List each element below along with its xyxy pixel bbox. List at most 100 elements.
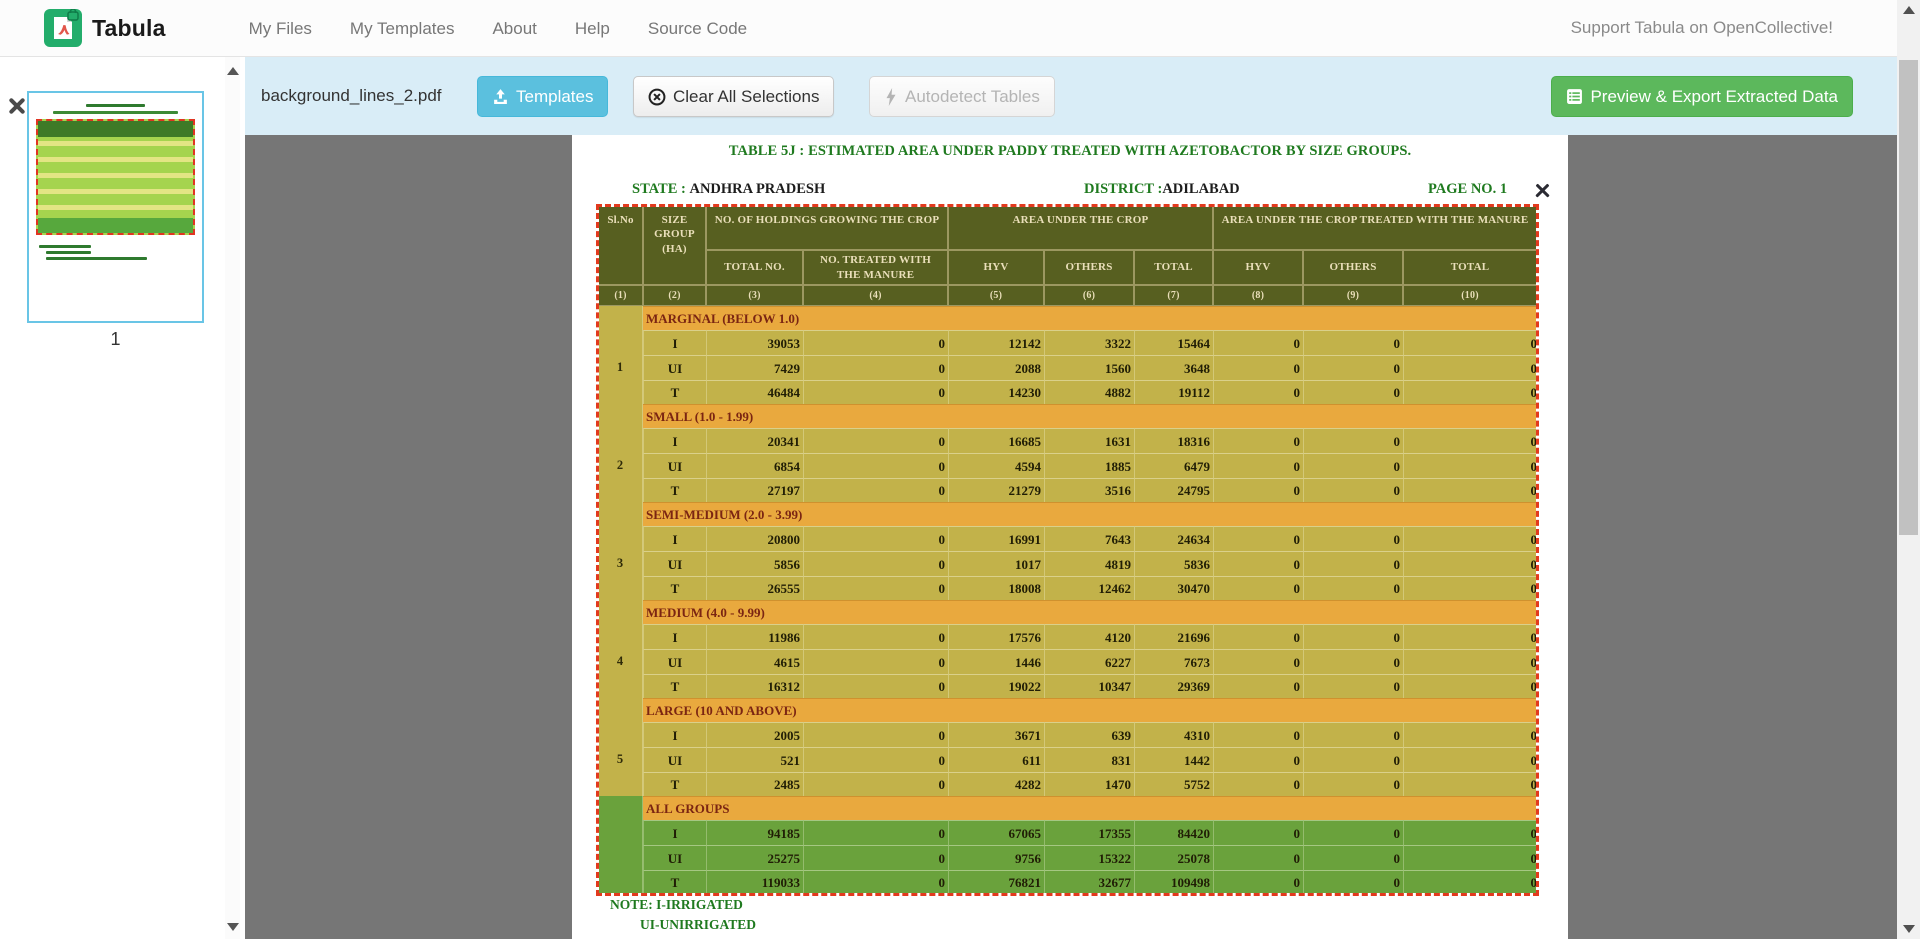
scroll-up-icon[interactable]	[227, 67, 239, 75]
value-cell: 0	[1403, 649, 1537, 674]
tabula-app: Tabula My Files My Templates About Help …	[0, 0, 1920, 939]
value-cell: 521	[706, 747, 803, 772]
section-group-header: LARGE (10 AND ABOVE)	[643, 698, 1537, 722]
pdf-page[interactable]: TABLE 5J : ESTIMATED AREA UNDER PADDY TR…	[572, 135, 1568, 939]
list-alt-icon	[1566, 88, 1583, 105]
value-cell: 0	[1213, 624, 1303, 649]
toolbar: background_lines_2.pdf Templates Clear A…	[245, 57, 1897, 135]
value-cell: 27197	[706, 478, 803, 502]
value-cell: 84420	[1134, 820, 1213, 845]
header-subcolumn: TOTAL	[1134, 250, 1213, 285]
nav-item-my-files[interactable]: My Files	[230, 0, 331, 57]
value-cell: 1631	[1044, 428, 1134, 453]
section-slno: 4	[598, 600, 643, 698]
value-cell: 5856	[706, 551, 803, 576]
value-cell: 0	[1303, 478, 1403, 502]
value-cell: 0	[1303, 722, 1403, 747]
nav-item-help[interactable]: Help	[556, 0, 629, 57]
value-cell: 0	[1403, 478, 1537, 502]
value-cell: 0	[1403, 624, 1537, 649]
value-cell: 0	[1303, 820, 1403, 845]
value-cell: 16685	[948, 428, 1044, 453]
selection-close-icon[interactable]	[1535, 183, 1550, 198]
header-treated-group: AREA UNDER THE CROP TREATED WITH THE MAN…	[1213, 206, 1537, 250]
value-cell: 0	[1403, 330, 1537, 355]
scroll-up-icon[interactable]	[1903, 6, 1915, 14]
pdf-filename: background_lines_2.pdf	[261, 57, 442, 135]
thumbnail-page-number: 1	[27, 329, 204, 350]
value-cell: 0	[1213, 355, 1303, 380]
value-cell: 7429	[706, 355, 803, 380]
thumb-note-line	[46, 251, 91, 254]
nav-item-source-code[interactable]: Source Code	[629, 0, 766, 57]
value-cell: 5836	[1134, 551, 1213, 576]
scrollbar-thumb[interactable]	[1899, 60, 1918, 535]
value-cell: 0	[803, 551, 948, 576]
section-slno: 3	[598, 502, 643, 600]
value-cell: 0	[1303, 649, 1403, 674]
sidebar-scrollbar[interactable]	[225, 57, 240, 939]
value-cell: 32677	[1044, 870, 1134, 894]
header-column-number: (7)	[1134, 285, 1213, 306]
value-cell: 0	[803, 380, 948, 404]
preview-export-button[interactable]: Preview & Export Extracted Data	[1551, 76, 1853, 117]
value-cell: 12462	[1044, 576, 1134, 600]
row-label: I	[643, 526, 706, 551]
value-cell: 0	[1213, 453, 1303, 478]
value-cell: 67065	[948, 820, 1044, 845]
vertical-scrollbar[interactable]	[1897, 0, 1920, 939]
value-cell: 0	[1303, 576, 1403, 600]
flash-icon	[884, 88, 898, 106]
header-subcolumn: TOTAL	[1403, 250, 1537, 285]
nav-item-my-templates[interactable]: My Templates	[331, 0, 474, 57]
row-label: T	[643, 478, 706, 502]
value-cell: 10347	[1044, 674, 1134, 698]
nav-item-about[interactable]: About	[473, 0, 555, 57]
nav-menu: My Files My Templates About Help Source …	[230, 0, 766, 57]
value-cell: 0	[1403, 355, 1537, 380]
value-cell: 0	[1403, 380, 1537, 404]
scroll-down-icon[interactable]	[227, 923, 239, 931]
value-cell: 0	[1213, 870, 1303, 894]
value-cell: 4282	[948, 772, 1044, 796]
document-state-line: STATE : ANDHRA PRADESH	[632, 181, 825, 198]
header-area-group: AREA UNDER THE CROP	[948, 206, 1213, 250]
value-cell: 24634	[1134, 526, 1213, 551]
header-subcolumn: OTHERS	[1044, 250, 1134, 285]
value-cell: 0	[803, 453, 948, 478]
remove-file-icon[interactable]	[8, 95, 26, 113]
value-cell: 9756	[948, 845, 1044, 870]
value-cell: 611	[948, 747, 1044, 772]
value-cell: 20341	[706, 428, 803, 453]
scroll-down-icon[interactable]	[1903, 925, 1915, 933]
value-cell: 0	[1213, 576, 1303, 600]
autodetect-tables-button[interactable]: Autodetect Tables	[869, 76, 1055, 117]
value-cell: 0	[803, 428, 948, 453]
value-cell: 0	[803, 820, 948, 845]
header-size-group: SIZE GROUP (HA)	[643, 206, 706, 285]
value-cell: 0	[1213, 649, 1303, 674]
upload-icon	[492, 88, 509, 105]
clear-all-selections-button[interactable]: Clear All Selections	[633, 76, 834, 117]
value-cell: 14230	[948, 380, 1044, 404]
support-link[interactable]: Support Tabula on OpenCollective!	[1571, 18, 1833, 38]
section-slno	[598, 796, 643, 894]
value-cell: 0	[1303, 624, 1403, 649]
value-cell: 0	[1303, 747, 1403, 772]
value-cell: 0	[1303, 453, 1403, 478]
section-slno: 1	[598, 306, 643, 404]
value-cell: 20800	[706, 526, 803, 551]
header-holdings-group: NO. OF HOLDINGS GROWING THE CROP	[706, 206, 948, 250]
navbar: Tabula My Files My Templates About Help …	[0, 0, 1897, 57]
value-cell: 15322	[1044, 845, 1134, 870]
value-cell: 0	[1213, 747, 1303, 772]
row-label: UI	[643, 747, 706, 772]
value-cell: 0	[1213, 551, 1303, 576]
value-cell: 7643	[1044, 526, 1134, 551]
value-cell: 1560	[1044, 355, 1134, 380]
value-cell: 0	[803, 649, 948, 674]
page-thumbnail[interactable]	[27, 91, 204, 323]
page-thumbnail-sidebar: 1	[0, 57, 245, 939]
value-cell: 17355	[1044, 820, 1134, 845]
templates-button[interactable]: Templates	[477, 76, 608, 117]
